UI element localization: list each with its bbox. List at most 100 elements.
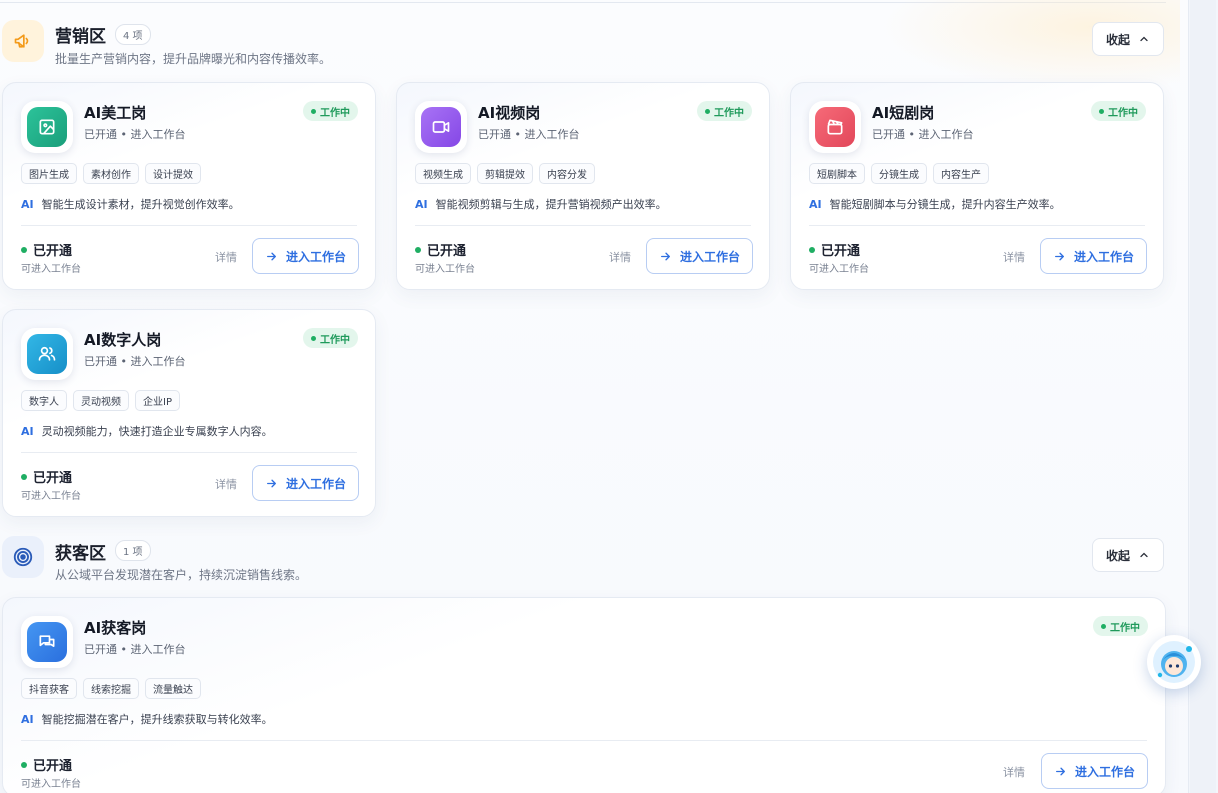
description-text: 智能视频剪辑与生成，提升营销视频产出效率。: [435, 198, 667, 211]
enter-workspace-button[interactable]: 进入工作台: [646, 238, 753, 274]
detail-link[interactable]: 详情: [215, 476, 237, 492]
section-description: 批量生产营销内容，提升品牌曝光和内容传播效率。: [55, 52, 332, 66]
section-title: 营销区: [55, 27, 106, 47]
divider: [21, 740, 1147, 741]
enter-label: 进入工作台: [285, 249, 346, 264]
card-description: AI 智能生成设计素材，提升视觉创作效率。: [21, 196, 240, 212]
open-hint: 可进入工作台: [809, 264, 869, 275]
status-dot-icon: [21, 246, 27, 253]
status-dot-icon: [705, 108, 710, 114]
status-dot-icon: [21, 761, 27, 768]
card-description: AI 智能视频剪辑与生成，提升营销视频产出效率。: [415, 196, 667, 212]
tag: 内容生产: [933, 163, 989, 184]
arrow-right-icon: [267, 479, 276, 487]
ai-label: AI: [809, 198, 822, 211]
job-card-video[interactable]: AI视频岗 已开通 • 进入工作台 工作中 视频生成 剪辑提效 内容分发 AI 智…: [396, 82, 770, 290]
divider: [21, 452, 357, 453]
card-subtitle: 已开通 • 进入工作台: [478, 128, 580, 141]
enter-workspace-button[interactable]: 进入工作台: [252, 238, 359, 274]
collapse-button[interactable]: 收起: [1092, 22, 1164, 56]
image-icon: [27, 107, 67, 147]
enter-workspace-button[interactable]: 进入工作台: [1040, 238, 1147, 274]
clapperboard-icon: [815, 107, 855, 147]
open-hint: 可进入工作台: [21, 491, 81, 502]
section-count-badge: 4 项: [115, 24, 151, 45]
open-state-label: 已开通: [33, 244, 73, 259]
job-card-short-drama[interactable]: AI短剧岗 已开通 • 进入工作台 工作中 短剧脚本 分镜生成 内容生产 AI 智…: [790, 82, 1164, 290]
status-badge: 工作中: [1091, 101, 1146, 121]
description-text: 智能挖掘潜在客户，提升线索获取与转化效率。: [41, 713, 273, 726]
status-dot-icon: [809, 246, 815, 253]
tag-list: 抖音获客 线索挖掘 流量触达: [21, 678, 201, 699]
section-description: 从公域平台发现潜在客户，持续沉淀销售线索。: [55, 568, 308, 582]
arrow-right-icon: [661, 252, 670, 260]
tag: 短剧脚本: [809, 163, 865, 184]
collapse-label: 收起: [1105, 32, 1130, 47]
tag: 视频生成: [415, 163, 471, 184]
card-title: AI美工岗: [84, 104, 147, 122]
card-description: AI 智能挖掘潜在客户，提升线索获取与转化效率。: [21, 711, 273, 727]
enter-workspace-button[interactable]: 进入工作台: [252, 465, 359, 501]
tag: 设计提效: [145, 163, 201, 184]
description-text: 智能短剧脚本与分镜生成，提升内容生产效率。: [829, 198, 1061, 211]
detail-link[interactable]: 详情: [215, 249, 237, 265]
description-text: 灵动视频能力，快速打造企业专属数字人内容。: [41, 425, 273, 438]
tag: 素材创作: [83, 163, 139, 184]
card-title: AI视频岗: [478, 104, 541, 122]
detail-link[interactable]: 详情: [609, 249, 631, 265]
tag: 图片生成: [21, 163, 77, 184]
card-subtitle: 已开通 • 进入工作台: [84, 128, 186, 141]
assistant-avatar-button[interactable]: [1147, 635, 1201, 689]
detail-link[interactable]: 详情: [1003, 764, 1025, 780]
status-badge: 工作中: [1093, 616, 1148, 636]
enter-workspace-button[interactable]: 进入工作台: [1041, 753, 1148, 789]
status-dot-icon: [1099, 108, 1104, 114]
divider: [415, 225, 751, 226]
tag: 抖音获客: [21, 678, 77, 699]
tag-list: 图片生成 素材创作 设计提效: [21, 163, 201, 184]
tag-list: 视频生成 剪辑提效 内容分发: [415, 163, 595, 184]
ai-label: AI: [21, 425, 34, 438]
job-card-designer[interactable]: AI美工岗 已开通 • 进入工作台 工作中 图片生成 素材创作 设计提效 AI 智…: [2, 82, 376, 290]
status-label: 工作中: [1108, 107, 1138, 119]
chevron-up-icon: [1140, 552, 1148, 558]
job-card-acquisition[interactable]: AI获客岗 已开通 • 进入工作台 工作中 抖音获客 线索挖掘 流量触达 AI 智…: [2, 597, 1166, 793]
card-title: AI短剧岗: [872, 104, 935, 122]
card-description: AI 智能短剧脚本与分镜生成，提升内容生产效率。: [809, 196, 1061, 212]
tag: 线索挖掘: [83, 678, 139, 699]
main-content: 营销区 4 项 批量生产营销内容，提升品牌曝光和内容传播效率。 收起 AI美工岗…: [0, 0, 1188, 793]
tag: 企业IP: [135, 390, 180, 411]
assistant-mascot-icon: [1153, 641, 1195, 683]
job-card-digital-human[interactable]: AI数字人岗 已开通 • 进入工作台 工作中 数字人 灵动视频 企业IP AI 灵…: [2, 309, 376, 517]
open-state-label: 已开通: [821, 244, 861, 259]
arrow-right-icon: [1055, 252, 1064, 260]
tag: 流量触达: [145, 678, 201, 699]
detail-link[interactable]: 详情: [1003, 249, 1025, 265]
target-icon: [2, 536, 44, 578]
tag-list: 短剧脚本 分镜生成 内容生产: [809, 163, 989, 184]
enter-label: 进入工作台: [285, 476, 346, 491]
enter-label: 进入工作台: [1074, 764, 1135, 779]
app-icon: [21, 101, 73, 153]
chevron-up-icon: [1140, 36, 1148, 42]
description-text: 智能生成设计素材，提升视觉创作效率。: [41, 198, 240, 211]
tag: 内容分发: [539, 163, 595, 184]
arrow-right-icon: [1056, 767, 1065, 775]
section-count-badge: 1 项: [115, 540, 151, 561]
open-state: 已开通: [21, 240, 72, 259]
status-label: 工作中: [714, 107, 744, 119]
card-subtitle: 已开通 • 进入工作台: [84, 643, 186, 656]
status-label: 工作中: [1110, 622, 1140, 634]
status-badge: 工作中: [697, 101, 752, 121]
ai-label: AI: [21, 713, 34, 726]
collapse-label: 收起: [1105, 548, 1130, 563]
status-badge: 工作中: [303, 101, 358, 121]
card-title: AI获客岗: [84, 619, 147, 637]
open-hint: 可进入工作台: [21, 264, 81, 275]
app-icon: [415, 101, 467, 153]
open-state: 已开通: [21, 755, 72, 774]
card-subtitle: 已开通 • 进入工作台: [84, 355, 186, 368]
open-state: 已开通: [21, 467, 72, 486]
collapse-button[interactable]: 收起: [1092, 538, 1164, 572]
divider: [809, 225, 1145, 226]
